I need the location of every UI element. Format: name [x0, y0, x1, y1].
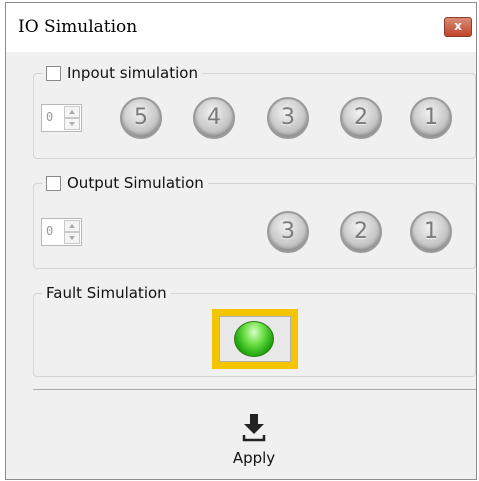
output-led-1[interactable]: 1 [410, 211, 452, 253]
window-title: IO Simulation [18, 17, 138, 37]
input-led-4[interactable]: 4 [193, 97, 235, 139]
output-simulation-label: Output Simulation [67, 174, 204, 192]
input-simulation-spinner[interactable]: 0 [41, 104, 82, 132]
chevron-down-icon [69, 122, 75, 126]
close-button[interactable]: x [444, 17, 472, 37]
input-led-3[interactable]: 3 [267, 97, 309, 139]
output-spinner-down-button[interactable] [64, 232, 80, 244]
fault-button-face [219, 316, 291, 362]
fault-status-indicator [234, 321, 274, 357]
footer-divider [33, 389, 476, 390]
io-simulation-window: IO Simulation x Inpout simulation 0 5 4 … [5, 2, 477, 480]
input-simulation-legend: Inpout simulation [42, 62, 202, 84]
fault-simulation-label: Fault Simulation [46, 284, 167, 302]
output-led-2[interactable]: 2 [340, 211, 382, 253]
output-simulation-checkbox[interactable] [46, 175, 61, 191]
output-led-3[interactable]: 3 [267, 211, 309, 253]
input-spinner-up-button[interactable] [64, 106, 80, 118]
output-simulation-legend: Output Simulation [42, 172, 208, 194]
output-spinner-value: 0 [46, 224, 54, 238]
chevron-up-icon [69, 224, 75, 228]
output-simulation-group: Output Simulation 0 3 2 1 [33, 172, 476, 269]
download-icon [242, 414, 266, 442]
input-simulation-label: Inpout simulation [67, 64, 198, 82]
input-spinner-down-button[interactable] [64, 118, 80, 130]
chevron-up-icon [69, 110, 75, 114]
input-simulation-checkbox[interactable] [46, 65, 61, 81]
input-simulation-group: Inpout simulation 0 5 4 3 2 1 [33, 62, 476, 159]
output-simulation-spinner[interactable]: 0 [41, 218, 82, 246]
fault-simulation-legend: Fault Simulation [42, 282, 171, 304]
input-spinner-value: 0 [46, 110, 54, 124]
input-led-2[interactable]: 2 [340, 97, 382, 139]
apply-button[interactable]: Apply [224, 413, 284, 469]
chevron-down-icon [69, 236, 75, 240]
output-spinner-up-button[interactable] [64, 220, 80, 232]
input-led-5[interactable]: 5 [120, 97, 162, 139]
apply-label: Apply [232, 449, 276, 467]
input-led-1[interactable]: 1 [410, 97, 452, 139]
fault-simulation-button[interactable] [212, 309, 298, 369]
title-bar: IO Simulation x [6, 3, 476, 52]
